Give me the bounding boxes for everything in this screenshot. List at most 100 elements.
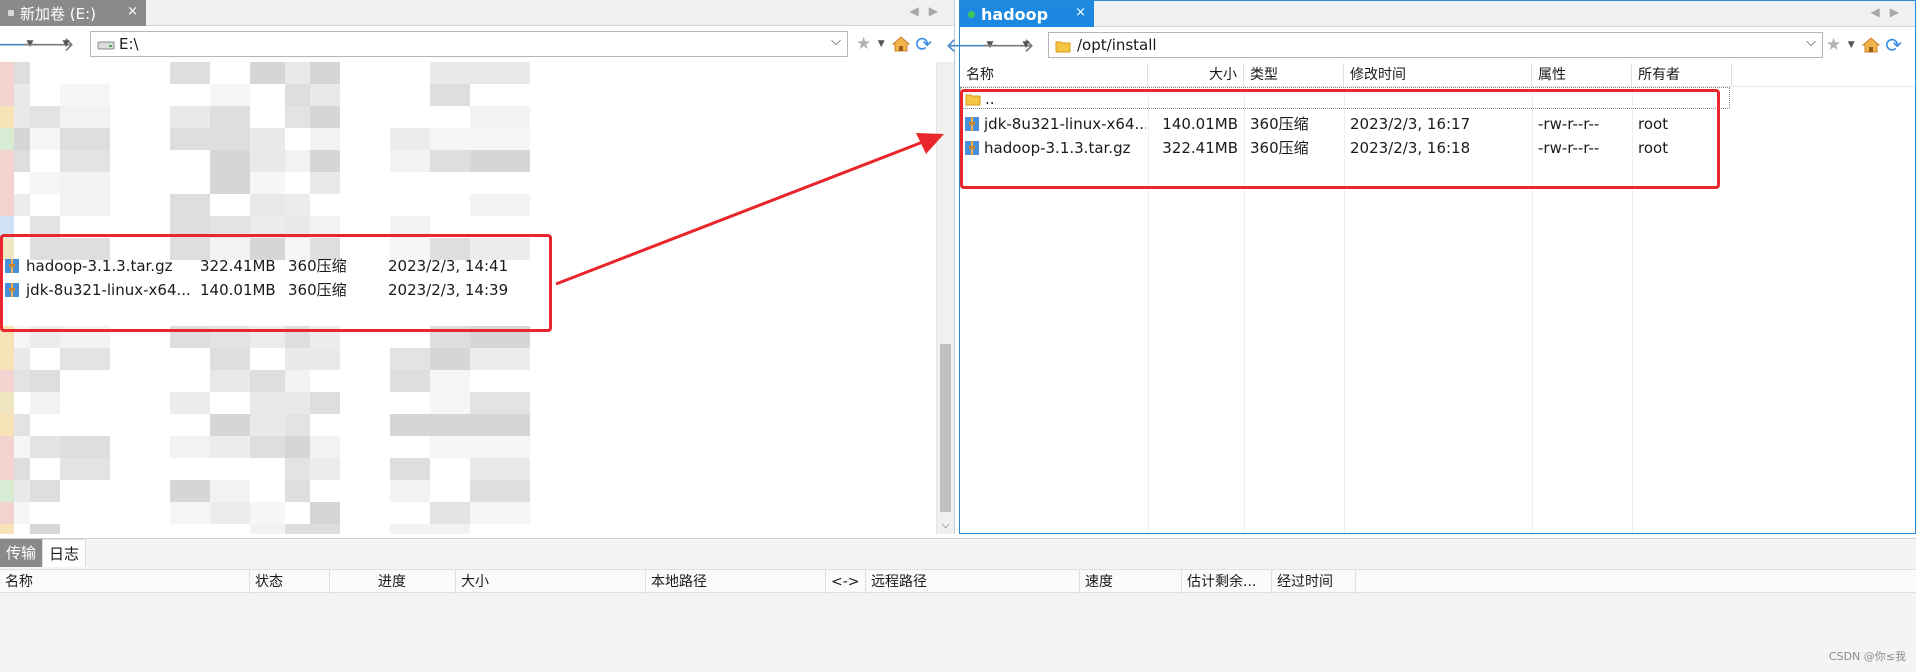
- chevron-down-icon[interactable]: ▼: [1845, 40, 1857, 50]
- local-path-field[interactable]: E:\ ⌵: [90, 31, 848, 57]
- mosaic-block: [0, 172, 14, 194]
- column-header-elapsed[interactable]: 经过时间: [1272, 570, 1356, 594]
- column-header-size[interactable]: 大小: [456, 570, 646, 594]
- transfer-tabs: 传输 日志: [0, 539, 87, 567]
- chevron-down-icon[interactable]: ⌵: [937, 518, 954, 532]
- column-header-owner[interactable]: 所有者: [1632, 63, 1732, 87]
- column-header-progress[interactable]: 进度: [330, 570, 456, 594]
- mosaic-block: [0, 480, 14, 502]
- mosaic-block: [210, 370, 250, 392]
- mosaic-block: [210, 414, 250, 436]
- tab-transfers[interactable]: 传输: [0, 539, 43, 567]
- mosaic-block: [285, 106, 310, 128]
- mosaic-block: [0, 524, 14, 534]
- mosaic-block: [170, 502, 210, 524]
- column-header-eta[interactable]: 估计剩余...: [1182, 570, 1272, 594]
- column-header-speed[interactable]: 速度: [1080, 570, 1182, 594]
- drive-dot-icon: [8, 10, 14, 16]
- mosaic-block: [30, 106, 60, 128]
- mosaic-block: [0, 414, 14, 436]
- chevron-down-icon[interactable]: ▼: [875, 39, 887, 49]
- watermark: CSDN @你≤我: [1828, 650, 1906, 663]
- local-toolbar: 🡐 ▼ 🡒 ▼ E:\ ⌵ ★ ▼ ⟳: [0, 28, 954, 60]
- refresh-icon[interactable]: ⟳: [1885, 33, 1902, 57]
- column-header-size[interactable]: 大小: [1148, 63, 1244, 87]
- local-toolbar-right: ★ ▼ ⟳: [856, 32, 932, 56]
- mosaic-block: [30, 128, 60, 150]
- mosaic-block: [430, 414, 470, 436]
- column-header-modified[interactable]: 修改时间: [1344, 63, 1532, 87]
- mosaic-block: [470, 436, 530, 458]
- mosaic-block: [30, 392, 60, 414]
- chevron-down-icon[interactable]: ⌵: [1806, 35, 1816, 50]
- mosaic-block: [430, 524, 470, 534]
- mosaic-block: [250, 502, 285, 524]
- forward-icon[interactable]: 🡒: [21, 32, 75, 56]
- scrollbar-thumb[interactable]: [940, 344, 951, 512]
- mosaic-block: [60, 150, 110, 172]
- remote-path-field[interactable]: /opt/install ⌵: [1048, 32, 1823, 58]
- remote-toolbar: 🡐 ▼ 🡒 ▼ /opt/install ⌵ ★ ▼ ⟳: [945, 29, 1915, 61]
- mosaic-block: [60, 348, 110, 370]
- mosaic-block: [285, 436, 310, 458]
- column-header-status[interactable]: 状态: [250, 570, 330, 594]
- mosaic-block: [470, 150, 530, 172]
- mosaic-block: [310, 150, 340, 172]
- star-icon[interactable]: ★: [1826, 35, 1841, 55]
- mosaic-block: [430, 348, 470, 370]
- column-header-type[interactable]: 类型: [1244, 63, 1344, 87]
- chevron-down-icon[interactable]: ▼: [1020, 40, 1032, 50]
- mosaic-block: [285, 524, 310, 534]
- mosaic-block: [285, 458, 310, 480]
- home-icon[interactable]: [891, 35, 911, 53]
- home-icon[interactable]: [1861, 36, 1881, 54]
- mosaic-block: [390, 348, 430, 370]
- remote-toolbar-right: ★ ▼ ⟳: [1826, 33, 1902, 57]
- mosaic-block: [0, 458, 14, 480]
- tab-scroll-arrows[interactable]: ◀▶: [910, 4, 948, 18]
- mosaic-block: [60, 436, 110, 458]
- column-header-direction[interactable]: <->: [826, 570, 866, 594]
- column-header-name[interactable]: 名称: [960, 63, 1148, 87]
- mosaic-block: [250, 194, 285, 216]
- mosaic-block: [390, 370, 430, 392]
- mosaic-block: [210, 150, 250, 172]
- mosaic-block: [250, 436, 285, 458]
- mosaic-block: [170, 128, 210, 150]
- close-icon[interactable]: ×: [1075, 5, 1086, 20]
- column-header-name[interactable]: 名称: [0, 570, 250, 594]
- mosaic-block: [30, 436, 60, 458]
- chevron-down-icon[interactable]: ▼: [60, 39, 72, 49]
- remote-pane: hadoop × ◀▶ 🡐 ▼ 🡒 ▼ /opt/install ⌵ ★ ▼ ⟳…: [945, 0, 1916, 534]
- mosaic-block: [0, 392, 14, 414]
- mosaic-block: [60, 194, 110, 216]
- mosaic-block: [310, 62, 340, 84]
- refresh-icon[interactable]: ⟳: [915, 32, 932, 56]
- mosaic-block: [0, 62, 14, 84]
- forward-icon[interactable]: 🡒: [981, 33, 1035, 57]
- local-highlight-box: [0, 234, 552, 332]
- mosaic-block: [430, 436, 470, 458]
- mosaic-block: [390, 480, 430, 502]
- star-icon[interactable]: ★: [856, 34, 871, 54]
- mosaic-block: [430, 370, 470, 392]
- mosaic-block: [310, 502, 340, 524]
- tab-scroll-arrows[interactable]: ◀▶: [1871, 5, 1909, 19]
- close-icon[interactable]: ×: [127, 4, 138, 19]
- mosaic-block: [170, 62, 210, 84]
- tab-log[interactable]: 日志: [42, 539, 87, 567]
- mosaic-block: [285, 370, 310, 392]
- mosaic-block: [430, 84, 470, 106]
- column-header-remote-path[interactable]: 远程路径: [866, 570, 1080, 594]
- column-header-attributes[interactable]: 属性: [1532, 63, 1632, 87]
- mosaic-block: [30, 370, 60, 392]
- tab-label: hadoop: [981, 4, 1049, 24]
- mosaic-block: [285, 348, 310, 370]
- chevron-down-icon[interactable]: ⌵: [831, 34, 841, 49]
- column-header-local-path[interactable]: 本地路径: [646, 570, 826, 594]
- connection-status-icon: [968, 10, 975, 18]
- tab-remote-hadoop[interactable]: hadoop ×: [960, 1, 1094, 27]
- mosaic-block: [250, 370, 285, 392]
- tab-local-drive[interactable]: 新加卷 (E:) ×: [0, 0, 146, 26]
- local-vertical-scrollbar[interactable]: ⌵: [936, 62, 954, 534]
